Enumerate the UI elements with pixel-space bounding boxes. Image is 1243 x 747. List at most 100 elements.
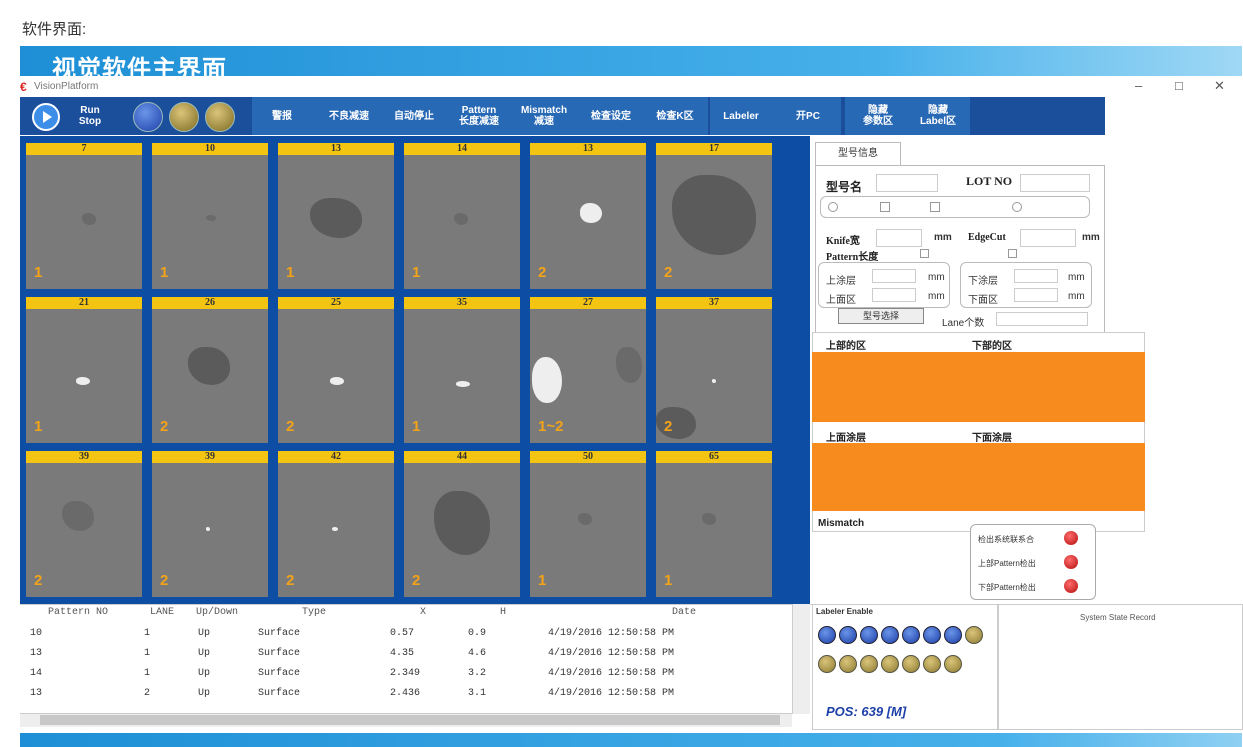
defect-slowdown-button[interactable]: 不良减速: [320, 97, 378, 135]
upper-coating-input[interactable]: [872, 269, 916, 283]
labeler-light[interactable]: [839, 655, 857, 673]
defect-image-cell[interactable]: 17 2: [656, 143, 772, 289]
lower-coating-unit: mm: [1068, 272, 1085, 283]
defect-image-cell[interactable]: 71: [26, 143, 142, 289]
lot-no-input[interactable]: [1020, 174, 1090, 192]
inspection-k-zone-button[interactable]: 检查K区: [645, 97, 705, 135]
table-cell: 0.9: [468, 628, 487, 639]
pattern-checkbox-2[interactable]: [1008, 249, 1017, 258]
option-checkbox-2[interactable]: [930, 202, 940, 212]
labeler-light[interactable]: [923, 655, 941, 673]
defect-image-cell[interactable]: 39 2: [152, 451, 268, 597]
system-link-label: 检出系统联系合: [978, 535, 1034, 544]
tab-model-info[interactable]: 型号信息: [815, 142, 901, 166]
labeler-light[interactable]: [965, 626, 983, 644]
defect-image-cell[interactable]: 14 1: [404, 143, 520, 289]
hide-params-button[interactable]: 隐藏 参数区: [850, 97, 906, 135]
table-vertical-scrollbar[interactable]: [792, 604, 810, 714]
pattern-checkbox-1[interactable]: [920, 249, 929, 258]
upper-pattern-light: [1064, 555, 1078, 569]
lower-area-input[interactable]: [1014, 288, 1058, 302]
edgecut-input[interactable]: [1020, 229, 1076, 247]
minimize-button[interactable]: –: [1135, 78, 1142, 93]
table-scroll-thumb[interactable]: [40, 715, 780, 725]
labeler-button[interactable]: Labeler: [712, 97, 770, 135]
maximize-button[interactable]: □: [1175, 78, 1183, 93]
defect-image-cell[interactable]: 13 2: [530, 143, 646, 289]
defect-image-cell[interactable]: 27 1~2: [530, 297, 646, 443]
defect-image-cell[interactable]: 65 1: [656, 451, 772, 597]
defect-image-cell[interactable]: 50 1: [530, 451, 646, 597]
option-checkbox-1[interactable]: [880, 202, 890, 212]
col-lane[interactable]: LANE: [150, 607, 174, 618]
cell-pattern-id: 10: [152, 143, 268, 155]
model-select-button[interactable]: 型号选择: [838, 308, 924, 324]
defect-image-cell[interactable]: 39 2: [26, 451, 142, 597]
defect-blob: [702, 513, 716, 525]
labeler-light[interactable]: [881, 626, 899, 644]
lower-coating-input[interactable]: [1014, 269, 1058, 283]
labeler-light[interactable]: [902, 655, 920, 673]
defect-image-cell[interactable]: 25 2: [278, 297, 394, 443]
labeler-light[interactable]: [818, 626, 836, 644]
labeler-light[interactable]: [944, 655, 962, 673]
col-up-down[interactable]: Up/Down: [196, 607, 238, 618]
labeler-light[interactable]: [860, 655, 878, 673]
defect-image-cell[interactable]: 37 2: [656, 297, 772, 443]
close-button[interactable]: ✕: [1214, 78, 1225, 94]
run-stop-button[interactable]: Run Stop: [66, 97, 114, 135]
auto-stop-button[interactable]: 自动停止: [385, 97, 443, 135]
defect-image-cell[interactable]: 44 2: [404, 451, 520, 597]
option-radio-1[interactable]: [828, 202, 838, 212]
upper-area-input[interactable]: [872, 288, 916, 302]
defect-blob: [330, 377, 344, 385]
table-cell: 3.1: [468, 688, 487, 699]
defect-blob: [456, 381, 470, 387]
app-titlebar: [20, 78, 1242, 96]
defect-image-cell[interactable]: 13 1: [278, 143, 394, 289]
zone-defect-display: [812, 352, 1145, 422]
labeler-light[interactable]: [860, 626, 878, 644]
cell-lane-count: 2: [286, 572, 295, 589]
inspection-settings-button[interactable]: 检查设定: [580, 97, 642, 135]
defect-image-cell[interactable]: 42 2: [278, 451, 394, 597]
model-name-input[interactable]: [876, 174, 938, 192]
cell-pattern-id: 14: [404, 143, 520, 155]
defect-image-cell[interactable]: 35 1: [404, 297, 520, 443]
col-h[interactable]: H: [500, 607, 506, 618]
labeler-light[interactable]: [839, 626, 857, 644]
labeler-light[interactable]: [818, 655, 836, 673]
col-type[interactable]: Type: [302, 607, 326, 618]
cell-lane-count: 2: [664, 418, 673, 435]
model-name-label: 型号名: [826, 180, 863, 194]
alarm-button[interactable]: 警报: [262, 97, 302, 135]
lane-selector[interactable]: [996, 312, 1088, 326]
knife-width-input[interactable]: [876, 229, 922, 247]
col-pattern-no[interactable]: Pattern NO: [48, 607, 108, 618]
lower-zone-label: 下部的区: [972, 341, 1012, 352]
labeler-light[interactable]: [923, 626, 941, 644]
option-radio-2[interactable]: [1012, 202, 1022, 212]
col-date[interactable]: Date: [672, 607, 696, 618]
defect-blob: [532, 357, 562, 403]
edgecut-unit: mm: [1082, 232, 1100, 243]
mismatch-slowdown-button[interactable]: Mismatch 减速: [513, 97, 575, 135]
labeler-light[interactable]: [944, 626, 962, 644]
col-x[interactable]: X: [420, 607, 426, 618]
hide-label-button[interactable]: 隐藏 Label区: [910, 97, 966, 135]
table-cell: Up: [198, 668, 211, 679]
defect-image-cell[interactable]: 10 1: [152, 143, 268, 289]
defect-image-cell[interactable]: 26 2: [152, 297, 268, 443]
table-cell: 13: [30, 648, 43, 659]
labeler-light[interactable]: [881, 655, 899, 673]
open-pc-button[interactable]: 开PC: [780, 97, 836, 135]
cell-lane-count: 2: [412, 572, 421, 589]
table-cell: 2: [144, 688, 151, 699]
lower-coating-label: 下涂层: [968, 276, 998, 287]
labeler-light[interactable]: [902, 626, 920, 644]
cell-pattern-id: 35: [404, 297, 520, 309]
play-button[interactable]: [32, 103, 60, 131]
defect-image-cell[interactable]: 21 1: [26, 297, 142, 443]
pattern-length-slowdown-button[interactable]: Pattern 长度减速: [450, 97, 508, 135]
defect-blob: [578, 513, 592, 525]
